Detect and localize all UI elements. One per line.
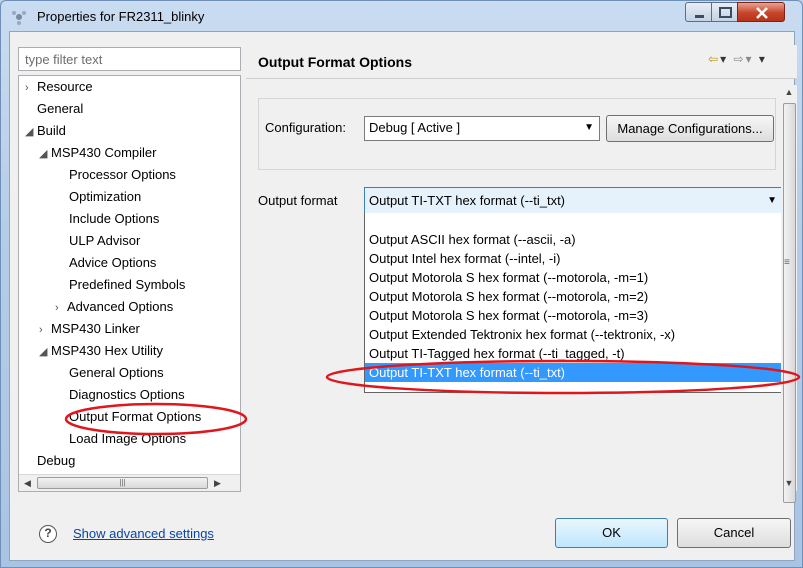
maximize-button[interactable]	[711, 2, 738, 22]
collapse-chevron-icon[interactable]: ◢	[39, 143, 51, 165]
configuration-label: Configuration:	[265, 120, 346, 135]
cancel-button[interactable]: Cancel	[677, 518, 791, 548]
tree-item[interactable]: ◢ Build	[25, 120, 66, 142]
close-button[interactable]	[737, 2, 785, 22]
tree-item-label: General	[37, 101, 84, 116]
output-format-value: Output TI-TXT hex format (--ti_txt)	[369, 193, 566, 208]
tree-item-label: General Options	[69, 365, 164, 380]
show-advanced-settings-link[interactable]: Show advanced settings	[73, 526, 214, 541]
scroll-right-icon[interactable]: ▶	[209, 475, 226, 491]
tree-item[interactable]: ◢ MSP430 Hex Utility	[39, 340, 163, 362]
tree-item[interactable]: › Resource	[25, 76, 93, 98]
tree-item[interactable]: Optimization	[69, 186, 141, 208]
tree-item-label: MSP430 Linker	[51, 321, 140, 336]
collapse-chevron-icon[interactable]: ◢	[39, 341, 51, 363]
dropdown-arrow-icon: ▼	[584, 122, 594, 133]
tree-item[interactable]: Debug	[37, 450, 75, 472]
dropdown-option[interactable]: Output Motorola S hex format (--motorola…	[365, 306, 782, 325]
configuration-select[interactable]: Debug [ Active ] ▼	[364, 116, 600, 141]
dropdown-option[interactable]: Output Extended Tektronix hex format (--…	[365, 325, 782, 344]
help-icon[interactable]: ?	[39, 525, 57, 543]
tree-item-label: Processor Options	[69, 167, 176, 182]
tree-item[interactable]: Include Options	[69, 208, 159, 230]
tree-item-label: MSP430 Hex Utility	[51, 343, 163, 358]
expand-chevron-icon[interactable]: ›	[39, 319, 51, 341]
tree-item[interactable]: General	[37, 98, 83, 120]
tree-item[interactable]: ULP Advisor	[69, 230, 140, 252]
output-format-dropdown-list: Output ASCII hex format (--ascii, -a) Out…	[364, 213, 783, 393]
tree-item-label: MSP430 Compiler	[51, 145, 157, 160]
scroll-thumb[interactable]: |||	[37, 477, 208, 489]
tree-item-label: Include Options	[69, 211, 160, 226]
dropdown-option[interactable]: Output ASCII hex format (--ascii, -a)	[365, 230, 782, 249]
output-format-select[interactable]: Output TI-TXT hex format (--ti_txt) ▼	[364, 187, 783, 214]
scroll-down-icon[interactable]: ▼	[781, 478, 797, 492]
tree-item-label: Output Format Options	[69, 409, 202, 424]
manage-configurations-button[interactable]: Manage Configurations...	[606, 115, 774, 142]
tree-item[interactable]: General Options	[69, 362, 164, 384]
dropdown-option[interactable]: Output Motorola S hex format (--motorola…	[365, 287, 782, 306]
tree-item-label: Advice Options	[69, 255, 157, 270]
dropdown-option[interactable]: Output TI-Tagged hex format (--ti_tagged…	[365, 344, 782, 363]
forward-arrow-icon[interactable]: ⇨	[733, 52, 745, 66]
tree-item[interactable]: › Advanced Options	[55, 296, 173, 318]
tree-item[interactable]: › MSP430 Linker	[39, 318, 140, 340]
preferences-tree: › Resource General ◢ Build ◢ MSP430 Compiler Pr…	[18, 75, 241, 492]
tree-item[interactable]: Diagnostics Options	[69, 384, 185, 406]
horizontal-scrollbar[interactable]: ◀ ||| ▶	[19, 474, 240, 491]
dropdown-arrow-icon: ▼	[767, 195, 777, 206]
tree-item-label: Resource	[37, 79, 93, 94]
title-bar[interactable]: Properties for FR2311_blinky	[1, 1, 802, 31]
ok-button[interactable]: OK	[555, 518, 668, 548]
vertical-scrollbar[interactable]: ▲ ≡ ▼	[781, 85, 797, 503]
window-title: Properties for FR2311_blinky	[37, 9, 205, 24]
scroll-left-icon[interactable]: ◀	[19, 475, 36, 491]
forward-menu-chevron-icon[interactable]: ▾	[746, 52, 754, 66]
tree-item[interactable]: ◢ MSP430 Compiler	[39, 142, 157, 164]
filter-input[interactable]	[18, 47, 241, 71]
tree-item[interactable]: Processor Options	[69, 164, 176, 186]
scroll-grip-icon: ≡	[784, 257, 790, 268]
page-title: Output Format Options	[258, 54, 412, 70]
scroll-thumb[interactable]	[783, 103, 796, 503]
back-arrow-icon[interactable]: ⇦	[708, 52, 720, 66]
tree-item-label: Load Image Options	[69, 431, 187, 446]
dropdown-option[interactable]: Output TI-TXT hex format (--ti_txt)	[365, 363, 782, 382]
dropdown-option[interactable]: Output Motorola S hex format (--motorola…	[365, 268, 782, 287]
dropdown-option[interactable]: Output Intel hex format (--intel, -i)	[365, 249, 782, 268]
output-format-label: Output format	[258, 193, 338, 208]
tree-item-label: Predefined Symbols	[69, 277, 186, 292]
tree-item-label: Build	[37, 123, 66, 138]
tree-item[interactable]: Output Format Options	[69, 406, 202, 428]
tree-item-label: ULP Advisor	[69, 233, 141, 248]
tree-item[interactable]: Load Image Options	[69, 428, 186, 450]
view-menu-chevron-icon[interactable]: ▾	[759, 52, 767, 66]
minimize-button[interactable]	[685, 2, 712, 22]
tree-item-label: Optimization	[69, 189, 142, 204]
expand-chevron-icon[interactable]: ›	[55, 297, 67, 319]
tree-item-label: Debug	[37, 453, 76, 468]
expand-chevron-icon[interactable]: ›	[25, 77, 37, 99]
tree-item[interactable]: Advice Options	[69, 252, 156, 274]
tree-item-label: Advanced Options	[67, 299, 174, 314]
app-icon	[12, 11, 26, 25]
back-menu-chevron-icon[interactable]: ▾	[720, 52, 728, 66]
tree-item[interactable]: Predefined Symbols	[69, 274, 185, 296]
scroll-up-icon[interactable]: ▲	[781, 87, 797, 101]
collapse-chevron-icon[interactable]: ◢	[25, 121, 37, 143]
tree-item-label: Diagnostics Options	[69, 387, 185, 402]
history-nav: ⇦▾ ⇨▾ ▾	[708, 52, 767, 66]
configuration-value: Debug [ Active ]	[369, 120, 461, 135]
